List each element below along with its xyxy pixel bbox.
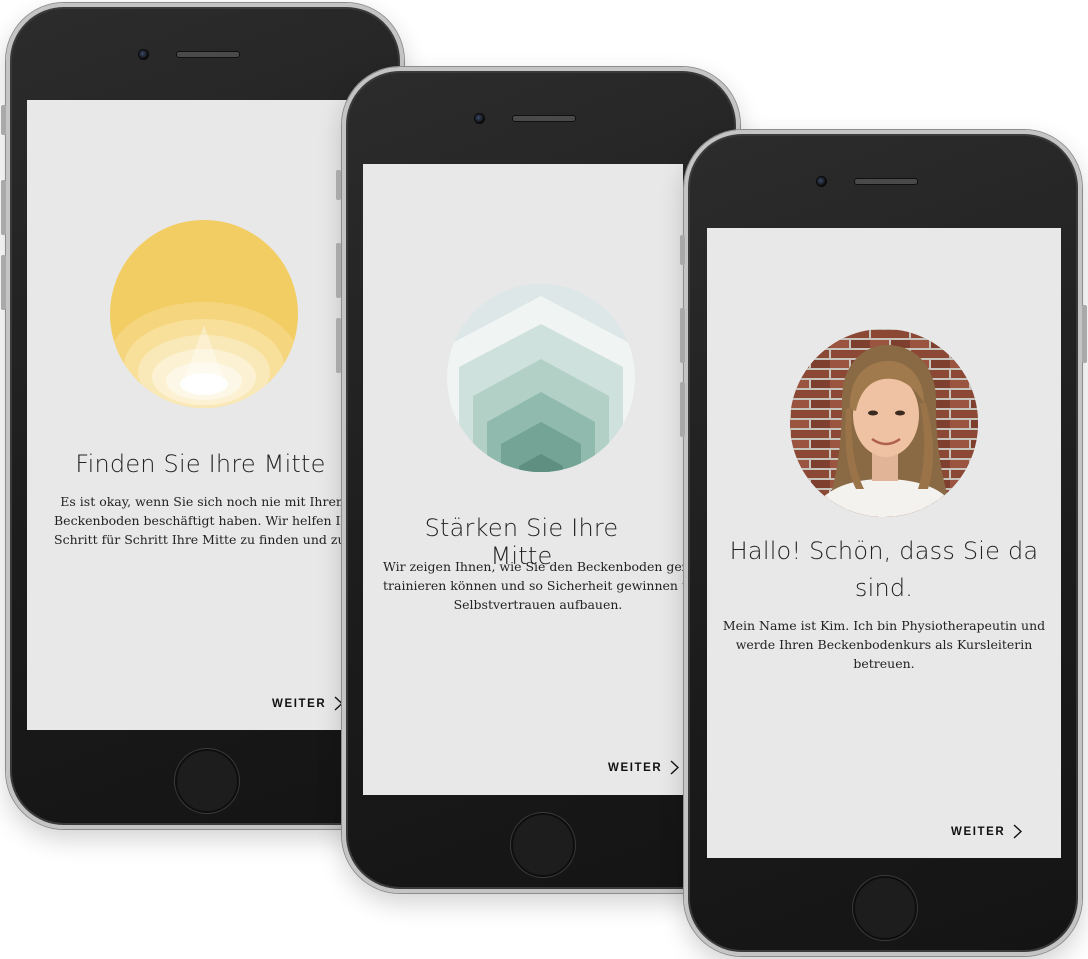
volume-up-button[interactable] <box>680 308 685 363</box>
earpiece-speaker <box>176 51 240 58</box>
front-camera-icon <box>816 176 827 187</box>
title-line: sind. <box>854 574 914 602</box>
sun-circle-illustration <box>110 220 298 408</box>
description-text: Wir zeigen Ihnen, wie Sie den Beckenbode… <box>383 557 683 614</box>
description-text: Es ist okay, wenn Sie sich noch nie mit … <box>54 492 347 549</box>
earpiece-speaker <box>512 115 576 122</box>
mute-switch <box>1 105 6 135</box>
description-text: Mein Name ist Kim. Ich bin Physiotherape… <box>707 616 1061 673</box>
volume-down-button[interactable] <box>1 255 6 310</box>
volume-down-button[interactable] <box>336 318 341 373</box>
page-title: Hallo! Schön, dass Sie da sind. <box>707 533 1061 607</box>
description-line: werde Ihren Beckenbodenkurs als Kursleit… <box>735 637 1033 652</box>
home-button[interactable] <box>853 876 917 940</box>
onboarding-screen-2: Stärken Sie Ihre Mitte Wir zeigen Ihnen,… <box>363 164 683 795</box>
mute-switch <box>680 235 685 265</box>
home-button[interactable] <box>511 813 575 877</box>
volume-up-button[interactable] <box>1 180 6 235</box>
trainer-portrait-photo <box>790 329 978 517</box>
front-camera-icon <box>474 113 485 124</box>
title-line: Hallo! Schön, dass Sie da <box>729 537 1039 565</box>
portrait-graphic <box>790 329 978 517</box>
mute-switch <box>336 170 341 200</box>
earpiece-speaker <box>854 178 918 185</box>
weiter-label: WEITER <box>951 825 1006 838</box>
weiter-button[interactable]: WEITER <box>608 760 680 775</box>
description-line: Selbstvertrauen aufbauen. <box>453 597 623 612</box>
chevron-right-icon <box>670 760 680 775</box>
description-line: trainieren können und so Sicherheit gewi… <box>383 578 683 593</box>
description-line: Schritt für Schritt Ihre Mitte zu finden… <box>54 532 347 547</box>
description-line: Es ist okay, wenn Sie sich noch nie mit … <box>60 494 347 509</box>
onboarding-screen-1: Finden Sie Ihre Mitte Es ist okay, wenn … <box>27 100 347 730</box>
description-line: Wir zeigen Ihnen, wie Sie den Beckenbode… <box>383 559 683 574</box>
power-button[interactable] <box>1082 305 1087 363</box>
onboarding-screen-3: Hallo! Schön, dass Sie da sind. Mein Nam… <box>707 228 1061 858</box>
home-button[interactable] <box>175 749 239 813</box>
volume-up-button[interactable] <box>336 243 341 298</box>
weiter-button[interactable]: WEITER <box>951 824 1023 839</box>
description-line: Mein Name ist Kim. Ich bin Physiotherape… <box>722 618 1046 633</box>
front-camera-icon <box>138 49 149 60</box>
description-line: betreuen. <box>853 656 915 671</box>
chevron-layers-graphic <box>447 296 635 472</box>
weiter-button[interactable]: WEITER <box>272 696 344 711</box>
weiter-label: WEITER <box>272 697 327 710</box>
description-line: Beckenboden beschäftigt haben. Wir helfe… <box>54 513 347 528</box>
chevron-right-icon <box>1013 824 1023 839</box>
page-title: Finden Sie Ihre Mitte <box>75 450 326 478</box>
volume-down-button[interactable] <box>680 382 685 437</box>
sun-layers-graphic <box>110 302 298 408</box>
weiter-label: WEITER <box>608 761 663 774</box>
layered-chevron-illustration <box>447 284 635 472</box>
